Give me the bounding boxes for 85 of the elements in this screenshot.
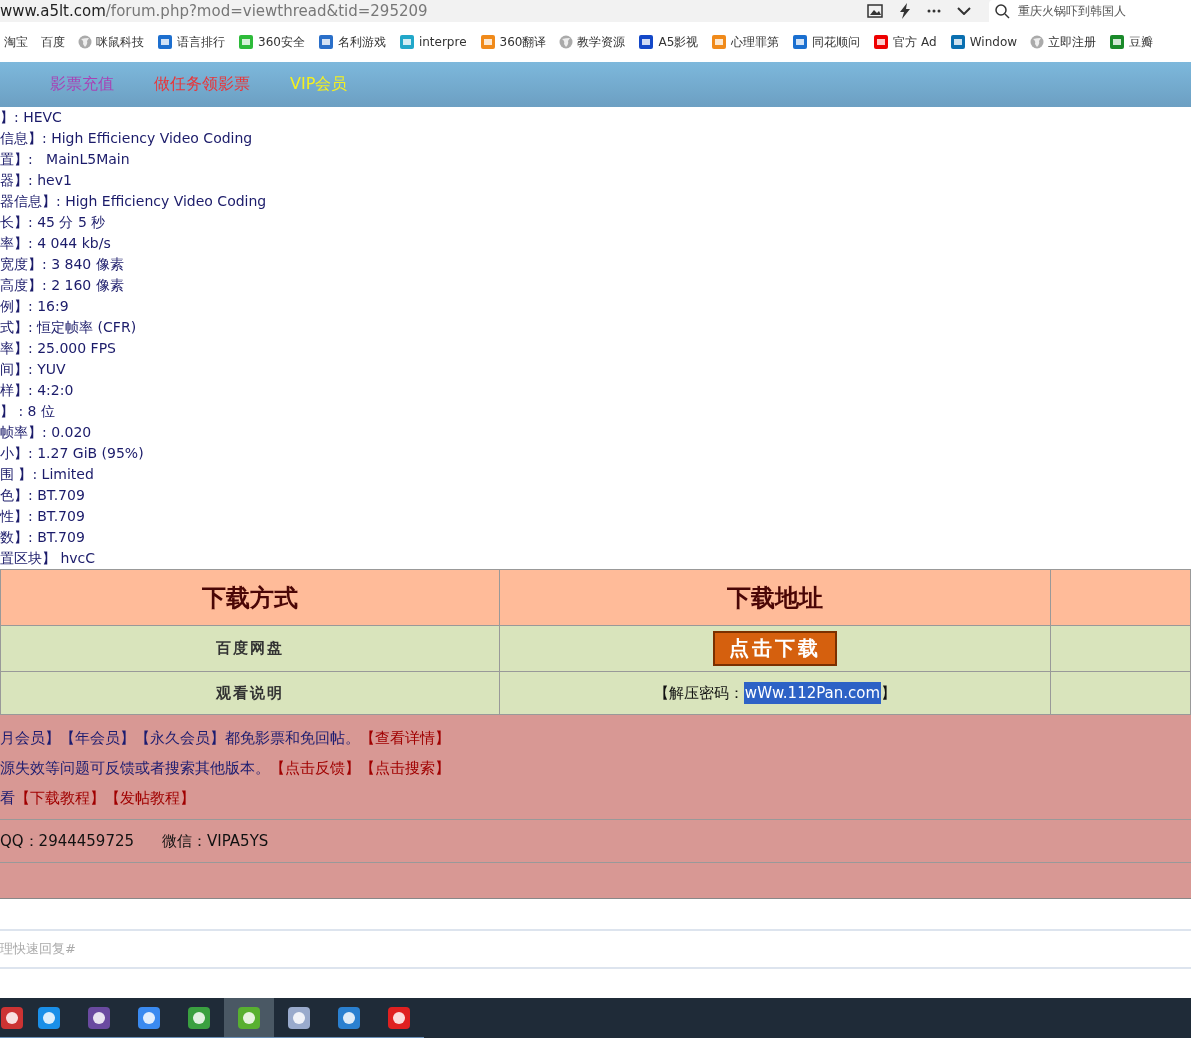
chevron-icon[interactable]	[957, 7, 971, 15]
bookmark-link[interactable]: 教学资源	[577, 33, 626, 51]
media-info-line: 帧率】: 0.020	[0, 423, 93, 442]
bookmark-link[interactable]: 语言排行	[177, 33, 225, 51]
notice-text: 月会员】【年会员】【永久会员】都免影票和免回帖。【查看详情】	[0, 728, 451, 749]
bookmark-link[interactable]: 咪鼠科技	[96, 33, 144, 51]
app-icon[interactable]	[137, 1005, 161, 1030]
media-info-line: 色】: BT.709	[0, 486, 86, 505]
globe-icon	[559, 35, 574, 49]
site-icon	[317, 34, 334, 50]
bookmark-link[interactable]: Window	[969, 35, 1018, 49]
column-header: 下载地址	[727, 583, 823, 612]
column-header: 下载方式	[202, 583, 298, 612]
media-info-line: 置】: MainL5Main	[0, 150, 131, 169]
media-info-line: 数】: BT.709	[0, 528, 86, 547]
site-icon	[638, 34, 655, 50]
bookmark-link[interactable]: 立即注册	[1048, 33, 1097, 51]
app-icon[interactable]	[37, 1005, 61, 1030]
media-info-line: 率】: 4 044 kb/s	[0, 234, 112, 253]
media-info-line: 式】: 恒定帧率 (CFR)	[0, 318, 138, 337]
site-icon	[479, 34, 496, 50]
media-info-line: 样】: 4:2:0	[0, 381, 75, 400]
site-icon	[711, 34, 728, 50]
download-button[interactable]: 点击下载	[713, 631, 837, 666]
media-info-line: 间】: YUV	[0, 360, 67, 379]
search-field[interactable]: 重庆火锅吓到韩国人	[989, 0, 1191, 22]
app-icon[interactable]	[187, 1005, 211, 1030]
bookmark-link[interactable]: 同花顺问	[812, 33, 861, 51]
app-icon[interactable]	[0, 1005, 24, 1030]
site-icon	[1109, 34, 1126, 50]
image-icon[interactable]	[867, 4, 883, 18]
app-icon[interactable]	[287, 1005, 311, 1030]
bookmark-link[interactable]: 官方 Ad	[893, 33, 937, 51]
bookmark-link[interactable]: 百度	[41, 33, 65, 51]
qq-number: QQ：2944459725	[0, 831, 135, 851]
reply-field[interactable]: 理快速回复#	[0, 928, 1191, 969]
bookmark-link[interactable]: 心理罪第	[731, 33, 780, 51]
bookmark-link[interactable]: 豆瓣	[1129, 33, 1154, 51]
app-icon[interactable]	[237, 1005, 261, 1030]
site-icon	[792, 34, 809, 50]
notice-link[interactable]: 【下载教程】	[15, 789, 105, 807]
app-icon[interactable]	[387, 1005, 411, 1030]
media-info-line: 例】: 16:9	[0, 297, 70, 316]
bookmark-link[interactable]: 360安全	[258, 33, 305, 51]
bookmark-link[interactable]: 360翻译	[499, 33, 547, 51]
media-info-line: 性】: BT.709	[0, 507, 86, 526]
notice-link[interactable]: 【发帖教程】	[105, 789, 195, 807]
notice-link[interactable]: 【点击搜索】	[360, 759, 450, 777]
media-info-line: 置区块】 hvcC	[0, 549, 97, 568]
site-icon	[157, 34, 173, 50]
media-info-line: 围 】: Limited	[0, 465, 95, 484]
globe-icon	[78, 35, 92, 49]
media-info-line: 宽度】: 3 840 像素	[0, 255, 125, 274]
notice-text: 源失效等问题可反馈或者搜索其他版本。【点击反馈】【点击搜索】	[0, 758, 451, 779]
bookmark-link[interactable]: 名利游戏	[337, 33, 386, 51]
wechat-id: 微信：VIPA5YS	[162, 831, 269, 851]
media-info-line: 】 : 8 位	[0, 402, 56, 421]
notice-text: 看【下载教程】【发帖教程】	[0, 788, 196, 809]
app-icon[interactable]	[337, 1005, 361, 1030]
taskbar-button[interactable]	[224, 998, 274, 1038]
app-icon[interactable]	[87, 1005, 111, 1030]
media-info-line: 器】: hev1	[0, 171, 73, 190]
bookmark-link[interactable]: 淘宝	[4, 33, 28, 51]
address-url[interactable]: www.a5lt.com/forum.php?mod=viewthread&tid=295209	[0, 2, 867, 20]
notice-link[interactable]: 【查看详情】	[360, 729, 450, 747]
notice-link[interactable]: 【点击反馈】	[270, 759, 360, 777]
search-icon	[995, 4, 1010, 19]
bookmark-link[interactable]: A5影视	[658, 33, 699, 51]
media-info-line: 长】: 45 分 5 秒	[0, 213, 107, 232]
media-info-line: 器信息】: High Efficiency Video Coding	[0, 192, 268, 211]
globe-icon	[1030, 35, 1045, 49]
site-icon	[398, 34, 415, 50]
site-icon	[238, 34, 254, 50]
method-label: 观看说明	[216, 683, 284, 702]
media-info-line: 高度】: 2 160 像素	[0, 276, 125, 295]
media-info-line: 率】: 25.000 FPS	[0, 339, 117, 358]
media-info-line: 】: HEVC	[0, 108, 63, 127]
lightning-icon[interactable]	[899, 3, 911, 19]
method-label: 百度网盘	[216, 639, 284, 657]
site-icon	[949, 34, 966, 50]
bookmark-link[interactable]: interpre	[418, 35, 467, 49]
media-info-line: 小】: 1.27 GiB (95%)	[0, 444, 145, 463]
more-icon[interactable]	[927, 9, 941, 13]
site-icon	[873, 34, 890, 50]
media-info-line: 信息】: High Efficiency Video Coding	[0, 129, 254, 148]
